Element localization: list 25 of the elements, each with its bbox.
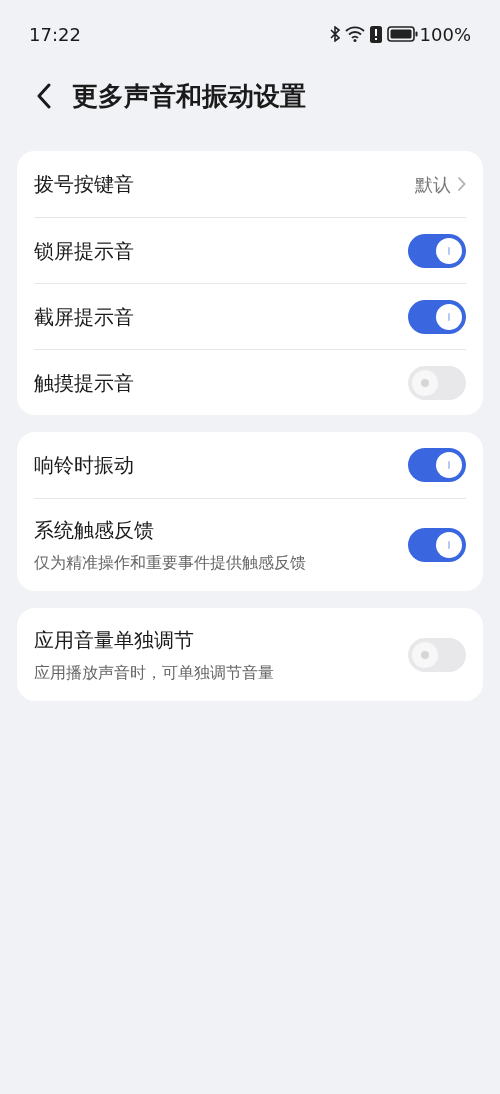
wifi-icon bbox=[344, 26, 365, 42]
battery-icon bbox=[386, 26, 418, 42]
toggle-switch[interactable] bbox=[408, 365, 466, 400]
setting-label: 截屏提示音 bbox=[34, 303, 134, 331]
toggle-switch[interactable] bbox=[408, 637, 466, 672]
back-icon[interactable] bbox=[36, 83, 52, 109]
toggle-switch[interactable] bbox=[408, 233, 466, 268]
setting-label: 响铃时振动 bbox=[34, 452, 134, 479]
setting-label: 系统触感反馈 bbox=[34, 517, 155, 544]
setting-description: 仅为精准操作和重要事件提供触感反馈 bbox=[34, 552, 306, 574]
chevron-right-icon bbox=[457, 176, 466, 192]
setting-label: 锁屏提示音 bbox=[34, 237, 134, 265]
setting-label: 应用音量单独调节 bbox=[34, 626, 195, 654]
bluetooth-icon bbox=[329, 26, 340, 42]
toggle-switch[interactable] bbox=[408, 448, 466, 482]
status-time: 17:22 bbox=[29, 22, 81, 47]
setting-label: 触摸提示音 bbox=[34, 369, 134, 397]
page-title: 更多声音和振动设置 bbox=[72, 79, 306, 113]
setting-label: 拨号按键音 bbox=[34, 171, 134, 198]
battery-percent: 100% bbox=[419, 22, 471, 47]
toggle-switch[interactable] bbox=[408, 299, 466, 334]
toggle-switch[interactable] bbox=[408, 528, 466, 562]
setting-value[interactable]: 默认 bbox=[415, 170, 451, 198]
setting-description: 应用播放声音时，可单独调节音量 bbox=[34, 661, 274, 684]
alert-icon bbox=[369, 25, 382, 43]
